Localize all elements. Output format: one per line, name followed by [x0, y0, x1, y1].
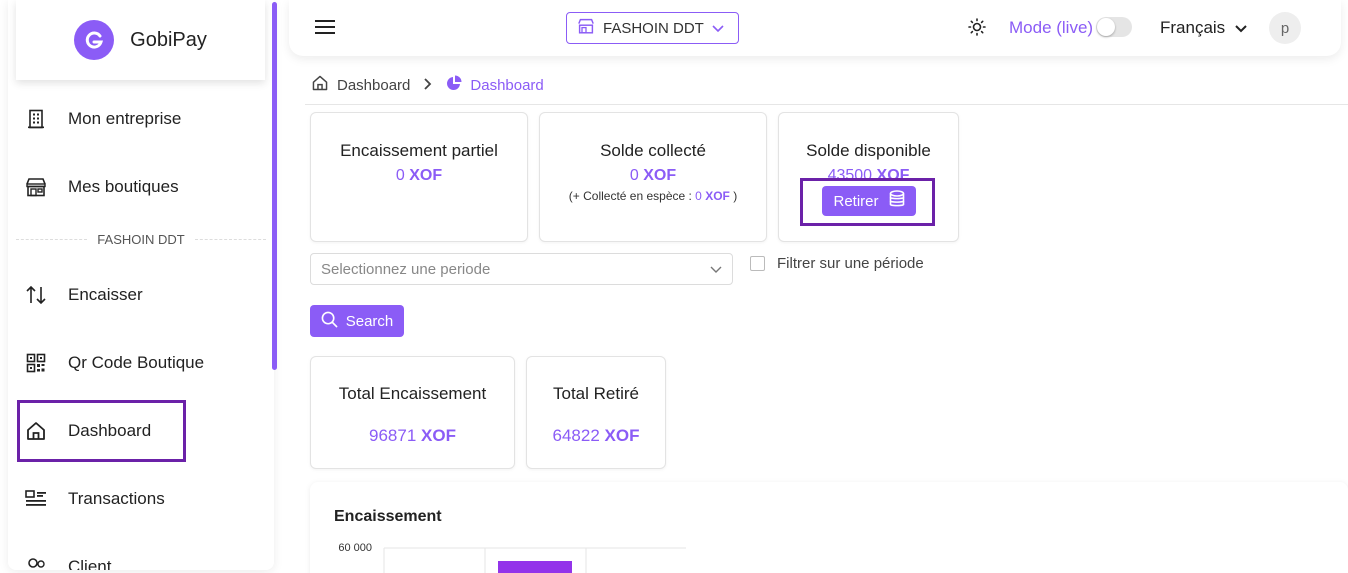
- chevron-right-icon: [424, 77, 432, 94]
- building-icon: [24, 107, 48, 131]
- card-title: Total Retiré: [553, 384, 639, 403]
- sidebar-item-label: Transactions: [68, 489, 165, 508]
- card-solde-collecte: Solde collecté 0 XOF (+ Collecté en espè…: [539, 112, 767, 242]
- dashboard-highlight-box: [17, 400, 186, 462]
- card-amount: 0 XOF: [540, 167, 766, 185]
- sidebar-item-label: Mon entreprise: [68, 109, 182, 128]
- period-select[interactable]: Selectionnez une periode: [310, 253, 733, 285]
- chart-bar: [498, 561, 572, 573]
- card-title: Total Encaissement: [338, 384, 487, 403]
- sidebar-item-client[interactable]: Client: [8, 547, 266, 570]
- note-currency: XOF: [705, 189, 730, 203]
- shop-selector[interactable]: FASHOIN DDT: [566, 12, 739, 44]
- card-title: Solde collecté: [600, 141, 706, 160]
- chevron-down-icon: [1235, 18, 1247, 38]
- card-amount: 96871 XOF: [311, 426, 514, 446]
- sidebar-scrollbar[interactable]: [272, 2, 277, 370]
- search-button[interactable]: Search: [310, 305, 404, 337]
- sidebar-item-label: Client: [68, 557, 112, 570]
- card-encaissement-partiel: Encaissement partiel 0 XOF: [310, 112, 528, 242]
- amount-value: 0: [395, 167, 405, 184]
- breadcrumb-home[interactable]: Dashboard: [337, 77, 410, 94]
- card-total-encaissement: Total Encaissement 96871 XOF: [310, 356, 515, 469]
- sidebar-item-mes-boutiques[interactable]: Mes boutiques: [8, 167, 266, 207]
- search-icon: [321, 311, 338, 332]
- note-suffix: ): [729, 189, 738, 203]
- language-value: Français: [1160, 18, 1226, 37]
- app-root: GobiPay Mon entreprise Mes boutiques FAS…: [0, 0, 1348, 573]
- filter-period-checkbox-row[interactable]: Filtrer sur une période: [750, 255, 924, 272]
- section-divider: [194, 239, 266, 240]
- filter-period-checkbox[interactable]: [750, 256, 765, 271]
- mode-toggle[interactable]: [1096, 17, 1132, 37]
- amount-value: 64822: [552, 426, 600, 445]
- avatar[interactable]: p: [1269, 12, 1301, 44]
- amount-value: 0: [629, 167, 639, 184]
- sidebar: GobiPay Mon entreprise Mes boutiques FAS…: [8, 0, 274, 570]
- cash-collected-note: (+ Collecté en espèce : 0 XOF ): [540, 189, 766, 203]
- amount-currency: XOF: [409, 167, 443, 184]
- retirer-highlight-box: [800, 178, 935, 226]
- users-icon: [24, 555, 48, 570]
- chevron-down-icon: [710, 261, 722, 278]
- store-icon: [24, 175, 48, 199]
- chevron-down-icon: [712, 20, 724, 37]
- breadcrumb-divider: [305, 104, 1348, 105]
- brand-logo[interactable]: GobiPay: [16, 0, 265, 80]
- brand-name: GobiPay: [130, 28, 207, 51]
- breadcrumb-current: Dashboard: [470, 76, 544, 94]
- amount-value: 96871: [369, 426, 417, 445]
- sidebar-item-label: Qr Code Boutique: [68, 353, 205, 372]
- card-total-retire: Total Retiré 64822 XOF: [526, 356, 666, 469]
- note-value: 0: [695, 189, 702, 203]
- menu-toggle-icon[interactable]: [315, 20, 335, 34]
- sidebar-item-encaisser[interactable]: Encaisser: [8, 275, 266, 315]
- shop-selector-value: FASHOIN DDT: [603, 19, 704, 37]
- section-label-text: FASHOIN DDT: [97, 232, 185, 247]
- amount-currency: XOF: [643, 167, 677, 184]
- encaissement-chart: 60 000: [338, 542, 686, 573]
- sidebar-item-label: Encaisser: [68, 285, 143, 304]
- sun-icon[interactable]: [967, 17, 987, 37]
- gobipay-logo-icon: [74, 20, 115, 60]
- filter-period-label: Filtrer sur une période: [777, 255, 924, 272]
- card-title: Solde disponible: [806, 141, 931, 160]
- card-title: Encaissement partiel: [340, 141, 498, 160]
- qr-code-icon: [24, 351, 48, 375]
- period-select-placeholder: Selectionnez une periode: [321, 260, 491, 278]
- encaissement-chart-card: Encaissement 60 000: [310, 482, 1348, 573]
- store-icon: [577, 18, 595, 38]
- sidebar-item-label: Mes boutiques: [68, 177, 179, 196]
- sidebar-item-mon-entreprise[interactable]: Mon entreprise: [8, 99, 266, 139]
- card-amount: 0 XOF: [311, 167, 527, 185]
- amount-currency: XOF: [604, 426, 640, 445]
- note-prefix: (+ Collecté en espèce :: [568, 189, 696, 203]
- sidebar-section-label: FASHOIN DDT: [16, 232, 266, 247]
- language-selector[interactable]: Français: [1160, 18, 1247, 38]
- arrows-up-down-icon: [24, 283, 48, 307]
- amount-currency: XOF: [421, 426, 456, 445]
- pie-chart-icon: [446, 75, 462, 95]
- home-icon: [311, 74, 329, 96]
- sidebar-item-transactions[interactable]: Transactions: [8, 479, 266, 519]
- y-tick-label: 60 000: [338, 542, 372, 554]
- top-bar: FASHOIN DDT Mode (live) Français p: [289, 0, 1341, 56]
- list-icon: [24, 487, 48, 511]
- breadcrumb: Dashboard Dashboard: [311, 74, 544, 96]
- card-amount: 64822 XOF: [527, 426, 665, 446]
- mode-label: Mode (live): [1009, 18, 1094, 37]
- sidebar-item-qr-code-boutique[interactable]: Qr Code Boutique: [8, 343, 266, 383]
- section-divider: [16, 239, 88, 240]
- search-button-label: Search: [345, 312, 394, 330]
